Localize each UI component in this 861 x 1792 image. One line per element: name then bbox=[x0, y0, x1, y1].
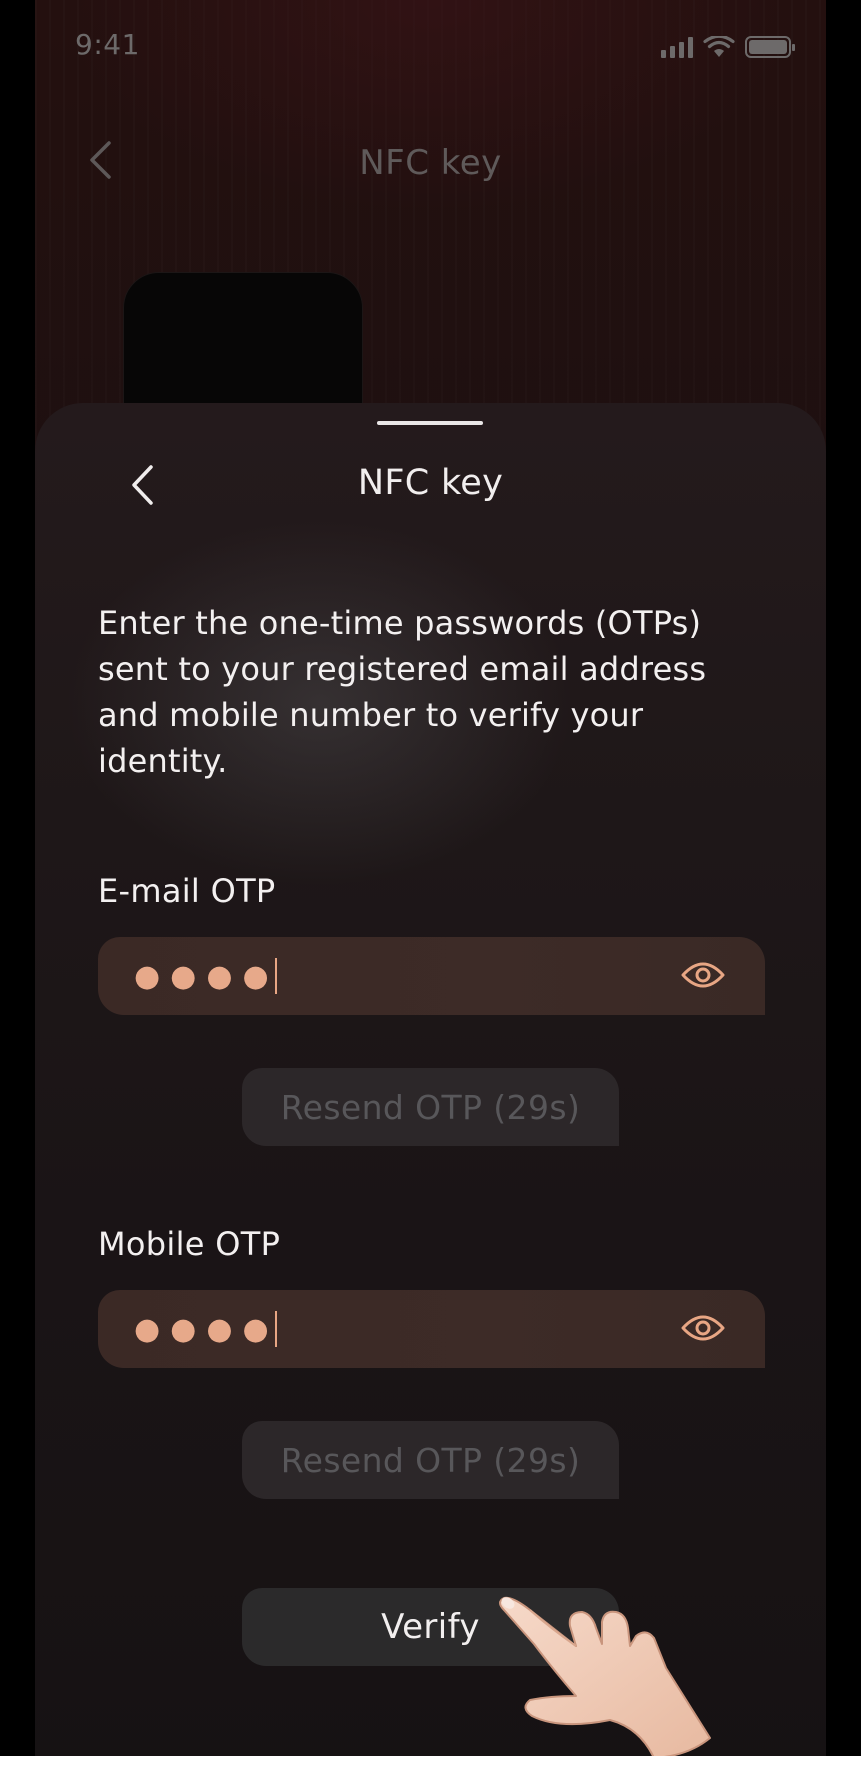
mobile-otp-value: ●●●● bbox=[134, 1311, 279, 1347]
email-otp-label: E-mail OTP bbox=[98, 872, 276, 910]
email-otp-field[interactable]: ●●●● bbox=[98, 937, 765, 1015]
sheet-title: NFC key bbox=[357, 463, 504, 503]
hand-pointer-icon bbox=[499, 1596, 711, 1756]
status-icons bbox=[661, 36, 795, 58]
background-page-title: NFC key bbox=[359, 143, 502, 183]
mobile-resend-otp-button[interactable]: Resend OTP (29s) bbox=[242, 1421, 619, 1499]
device-frame: 9:41 NFC key NFC key Enter the one-time … bbox=[0, 0, 861, 1756]
eye-icon[interactable] bbox=[681, 1310, 725, 1346]
text-caret bbox=[274, 1311, 277, 1347]
eye-icon[interactable] bbox=[681, 957, 725, 993]
cellular-signal-icon bbox=[661, 36, 693, 58]
mobile-otp-field[interactable]: ●●●● bbox=[98, 1290, 765, 1368]
wifi-icon bbox=[703, 36, 735, 57]
email-otp-value: ●●●● bbox=[134, 958, 279, 994]
phone-screen: 9:41 NFC key NFC key Enter the one-time … bbox=[35, 0, 826, 1756]
instructions-text: Enter the one-time passwords (OTPs) sent… bbox=[98, 604, 707, 780]
mobile-otp-label: Mobile OTP bbox=[98, 1225, 281, 1263]
email-resend-otp-button[interactable]: Resend OTP (29s) bbox=[242, 1068, 619, 1146]
otp-bottom-sheet: NFC key Enter the one-time passwords (OT… bbox=[35, 403, 826, 1756]
battery-icon bbox=[745, 36, 795, 58]
text-caret bbox=[274, 958, 277, 994]
sheet-grabber-handle[interactable] bbox=[377, 421, 483, 425]
status-time: 9:41 bbox=[75, 28, 140, 61]
